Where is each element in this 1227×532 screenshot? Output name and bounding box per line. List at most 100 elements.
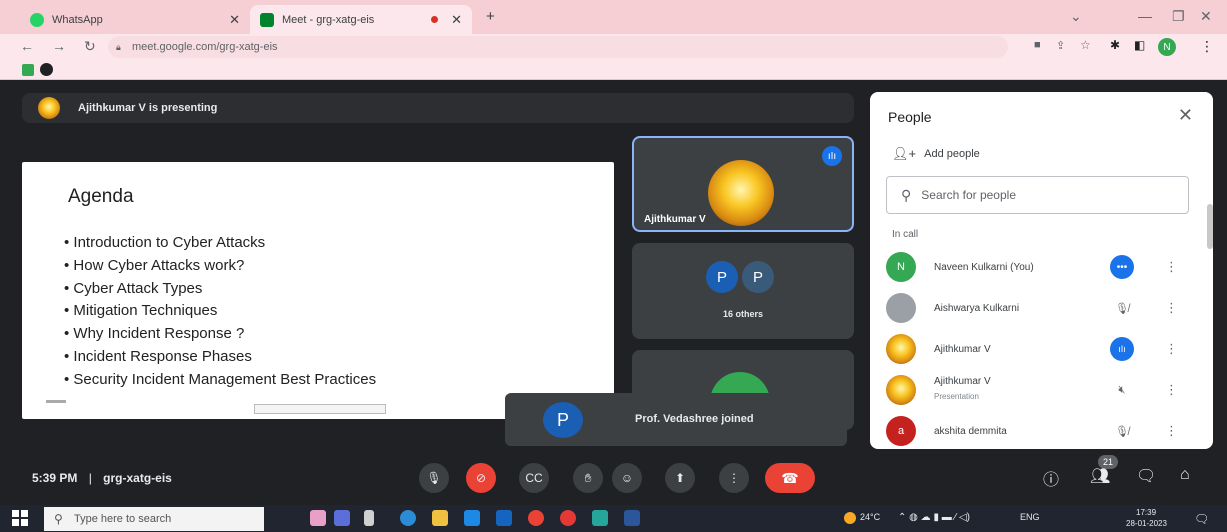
share-icon[interactable]: ⇪ (1056, 39, 1065, 52)
search-people-input[interactable]: ⚲ Search for people (886, 176, 1189, 214)
raise-hand-button[interactable]: ✋︎ (573, 463, 603, 493)
language-indicator[interactable]: ENG (1020, 512, 1040, 522)
weather-icon[interactable] (844, 512, 856, 524)
profile-avatar[interactable]: N (1158, 38, 1176, 56)
slide-bullet: How Cyber Attacks work? (64, 255, 376, 278)
captions-button[interactable]: CC (519, 463, 549, 493)
mic-button[interactable]: 🎙︎ (419, 463, 449, 493)
emoji-button[interactable]: ☺ (612, 463, 642, 493)
menu-icon[interactable]: ⋮ (1200, 38, 1214, 55)
close-tab-icon[interactable]: ✕ (451, 12, 462, 28)
camera-off-button[interactable]: ⊘ (466, 463, 496, 493)
people-icon[interactable]: 👥︎ (1090, 466, 1110, 486)
bookmark-globe-icon[interactable] (40, 63, 53, 76)
meet-icon (260, 12, 274, 27)
speaker-avatar (708, 160, 774, 226)
bookmark-icon[interactable] (22, 64, 34, 76)
more-dots-icon[interactable]: ••• (1110, 255, 1134, 279)
close-window-button[interactable]: ✕ (1200, 8, 1212, 25)
lock-icon: 🔒︎ (116, 41, 121, 52)
bookmark-star-icon[interactable]: ☆ (1080, 38, 1091, 52)
participant-menu-icon[interactable]: ⋮ (1165, 423, 1178, 439)
forward-button[interactable]: → (52, 38, 66, 54)
participant-row[interactable]: Ajithkumar V Presentation 🔇︎ ⋮ (886, 373, 1182, 407)
search-icon: ⚲ (54, 512, 63, 526)
meeting-info: 5:39 PM | grg-xatg-eis (32, 471, 172, 485)
meeting-code: grg-xatg-eis (103, 471, 172, 485)
chevron-down-icon[interactable]: ⌄ (1070, 8, 1082, 25)
weather-temp[interactable]: 24°C (860, 512, 880, 522)
participant-row[interactable]: Aishwarya Kulkarni 🎙︎̸ ⋮ (886, 291, 1182, 325)
activities-icon[interactable]: ⌂ (1180, 466, 1190, 484)
close-tab-icon[interactable]: ✕ (229, 12, 240, 28)
restore-button[interactable]: ❐ (1172, 8, 1185, 25)
meeting-time: 5:39 PM (32, 471, 78, 485)
app-icon[interactable] (310, 510, 326, 526)
slide-bullet: Introduction to Cyber Attacks (64, 232, 376, 255)
speaker-tile[interactable]: ıIı Ajithkumar V (632, 136, 854, 232)
participant-menu-icon[interactable]: ⋮ (1165, 341, 1178, 357)
participant-row[interactable]: a akshita demmita 🎙︎̸ ⋮ (886, 414, 1182, 448)
clock-date[interactable]: 28-01-2023 (1126, 519, 1167, 528)
speaking-indicator-icon: ıIı (822, 146, 842, 166)
tab-meet[interactable]: Meet - grg-xatg-eis ✕ (250, 5, 472, 34)
participant-menu-icon[interactable]: ⋮ (1165, 259, 1178, 275)
task-view-icon[interactable] (364, 510, 374, 526)
participant-menu-icon[interactable]: ⋮ (1165, 382, 1178, 398)
joined-notification: P Prof. Vedashree joined (505, 393, 847, 446)
in-call-heading: In call (892, 229, 919, 240)
notifications-icon[interactable]: 🗨︎ (1194, 512, 1209, 526)
presentation-slide: Agenda Introduction to Cyber Attacks How… (22, 162, 614, 419)
app-icon[interactable] (334, 510, 350, 526)
camera-indicator-icon[interactable]: ■ (1034, 39, 1041, 51)
url-text: meet.google.com/grg-xatg-eis (132, 41, 278, 53)
mic-off-icon: 🎙︎̸ (1115, 425, 1129, 438)
search-placeholder: Search for people (921, 188, 1016, 202)
participant-row[interactable]: N Naveen Kulkarni (You) ••• ⋮ (886, 250, 1182, 284)
others-tile[interactable]: P P 16 others (632, 243, 854, 339)
joined-avatar: P (543, 402, 583, 438)
participant-avatar: a (886, 416, 916, 446)
reload-button[interactable]: ↻ (84, 38, 96, 55)
others-count: 16 others (722, 309, 764, 319)
participant-menu-icon[interactable]: ⋮ (1165, 300, 1178, 316)
chrome-icon[interactable] (528, 510, 544, 526)
opera-icon[interactable] (560, 510, 576, 526)
taskbar-search[interactable]: ⚲ Type here to search (44, 507, 264, 531)
present-button[interactable]: ⬆ (665, 463, 695, 493)
others-avatar: P (742, 261, 774, 293)
side-panel-icon[interactable]: ◧ (1134, 38, 1145, 52)
slide-bullet: Mitigation Techniques (64, 300, 376, 323)
participant-row[interactable]: Ajithkumar V ıIı ⋮ (886, 332, 1182, 366)
search-icon: ⚲ (901, 186, 912, 203)
presenter-avatar (38, 97, 60, 119)
presenting-text: Ajithkumar V is presenting (78, 102, 218, 114)
chat-icon[interactable]: 🗨︎ (1136, 466, 1156, 486)
mail-icon[interactable] (496, 510, 512, 526)
word-icon[interactable] (624, 510, 640, 526)
meeting-details-icon[interactable]: ⓘ (1043, 466, 1059, 490)
file-explorer-icon[interactable] (432, 510, 448, 526)
slide-title: Agenda (68, 186, 134, 207)
people-panel: People ✕ 👤︎+ Add people ⚲ Search for peo… (870, 92, 1213, 449)
address-bar[interactable]: 🔒︎ meet.google.com/grg-xatg-eis (108, 36, 1008, 58)
more-options-button[interactable]: ⋮ (719, 463, 749, 493)
tab-whatsapp[interactable]: WhatsApp ✕ (20, 5, 250, 34)
presenting-banner: Ajithkumar V is presenting (22, 93, 854, 123)
clock-time[interactable]: 17:39 (1136, 508, 1156, 517)
extensions-icon[interactable]: ✱ (1110, 38, 1120, 52)
new-tab-button[interactable]: + (486, 8, 495, 25)
back-button[interactable]: ← (20, 38, 34, 54)
separator: | (88, 471, 92, 485)
minimize-button[interactable]: — (1138, 8, 1152, 24)
panel-scrollbar[interactable] (1207, 204, 1213, 249)
leave-call-button[interactable]: ☎︎ (765, 463, 815, 493)
store-icon[interactable] (464, 510, 480, 526)
windows-start-icon[interactable] (12, 510, 28, 526)
tray-chevron-icon[interactable]: ⌃ ◍ ☁ ▮ ▬ ∕ ◁) (898, 512, 970, 523)
edge-icon[interactable] (400, 510, 416, 526)
app-icon[interactable] (592, 510, 608, 526)
close-panel-icon[interactable]: ✕ (1178, 105, 1193, 126)
add-people-button[interactable]: 👤︎+ Add people (892, 146, 980, 162)
slide-footer (46, 400, 66, 403)
